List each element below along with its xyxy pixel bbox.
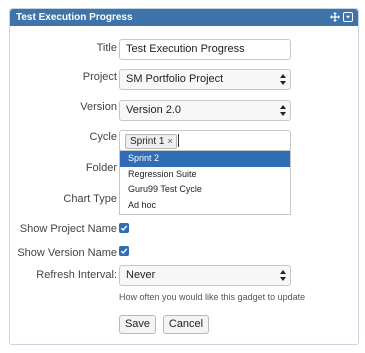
project-label: Project — [82, 71, 117, 83]
refresh-interval-label: Refresh Interval: — [36, 269, 117, 281]
show-version-name-label: Show Version Name — [17, 247, 117, 259]
cycle-label: Cycle — [89, 131, 117, 143]
title-input[interactable]: Test Execution Progress — [119, 39, 291, 60]
project-select[interactable]: SM Portfolio Project — [119, 69, 291, 90]
show-project-name-checkbox[interactable] — [119, 223, 129, 233]
version-select[interactable]: Version 2.0 — [119, 100, 291, 121]
select-arrows-icon — [280, 105, 286, 116]
project-select-value: SM Portfolio Project — [126, 73, 224, 85]
refresh-interval-value: Never — [126, 269, 156, 281]
dropdown-option[interactable]: Ad hoc — [120, 198, 290, 214]
version-label: Version — [80, 101, 117, 113]
cycle-multiselect[interactable]: Sprint 1 × — [119, 130, 291, 151]
dropdown-option[interactable]: Guru99 Test Cycle — [120, 182, 290, 198]
version-select-value: Version 2.0 — [126, 104, 182, 116]
checkmark-icon — [120, 225, 128, 232]
cancel-button[interactable]: Cancel — [163, 315, 209, 334]
select-arrows-icon — [280, 74, 286, 85]
refresh-interval-help: How often you would like this gadget to … — [119, 292, 306, 302]
remove-tag-icon[interactable]: × — [167, 135, 172, 148]
move-icon[interactable] — [330, 12, 340, 22]
title-label: Title — [96, 42, 117, 54]
header-icons — [330, 12, 353, 22]
gadget-header: Test Execution Progress — [10, 9, 358, 26]
folder-label: Folder — [85, 162, 117, 174]
menu-dropdown-icon[interactable] — [343, 12, 353, 22]
gadget-title: Test Execution Progress — [16, 12, 133, 23]
cycle-dropdown-list: Sprint 2 Regression Suite Guru99 Test Cy… — [119, 150, 291, 215]
cycle-tag-label: Sprint 1 — [130, 136, 165, 147]
text-caret — [178, 134, 179, 147]
dropdown-option[interactable]: Regression Suite — [120, 167, 290, 183]
select-arrows-icon — [280, 270, 286, 281]
checkmark-icon — [120, 248, 128, 255]
dropdown-option[interactable]: Sprint 2 — [120, 151, 290, 167]
cycle-tag: Sprint 1 × — [125, 134, 177, 149]
chart-type-label: Chart Type — [63, 193, 117, 205]
refresh-interval-select[interactable]: Never — [119, 265, 291, 286]
save-button[interactable]: Save — [119, 315, 156, 334]
show-project-name-label: Show Project Name — [19, 223, 117, 235]
show-version-name-checkbox[interactable] — [119, 246, 129, 256]
